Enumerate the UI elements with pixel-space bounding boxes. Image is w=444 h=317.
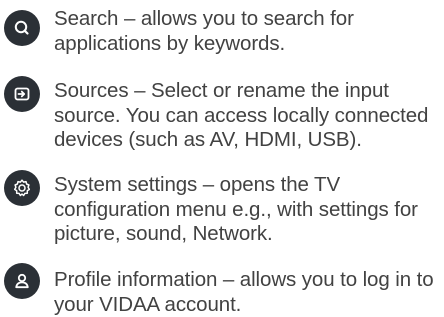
search-description: Search – allows you to search for applic… xyxy=(54,7,354,55)
input-source-icon xyxy=(4,76,40,112)
profile-icon xyxy=(4,263,40,299)
profile-description: Profile information – allows you to log … xyxy=(54,268,434,316)
search-icon xyxy=(4,10,40,46)
gear-icon xyxy=(4,170,40,206)
sources-description: Sources – Select or rename the input sou… xyxy=(54,79,429,151)
system-settings-description: System settings – opens the TV configura… xyxy=(54,173,418,245)
